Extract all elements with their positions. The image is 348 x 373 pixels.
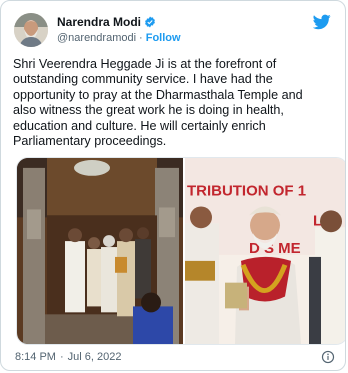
- avatar-photo: [14, 13, 48, 47]
- banner-text-1: TRIBUTION OF 1: [187, 183, 306, 200]
- twitter-bird-icon[interactable]: [313, 14, 331, 30]
- verified-badge-icon: [145, 16, 155, 28]
- tweet-time: 8:14 PM: [15, 351, 56, 363]
- tweet-timestamp[interactable]: 8:14 PM · Jul 6, 2022: [15, 351, 121, 363]
- author-display-name[interactable]: Narendra Modi: [57, 15, 141, 29]
- tweet-text: Shri Veerendra Heggade Ji is at the fore…: [13, 57, 303, 149]
- tweet-card: Narendra Modi @narendramodi · Follow Shr…: [0, 0, 346, 371]
- timestamp-separator: ·: [59, 351, 64, 363]
- tweet-header: Narendra Modi @narendramodi · Follow: [14, 13, 333, 49]
- avatar[interactable]: [14, 13, 48, 47]
- felicitation-photo[interactable]: TRIBUTION OF 1 LA D S ME: [185, 158, 346, 344]
- follow-button[interactable]: Follow: [146, 32, 181, 44]
- tweet-date: Jul 6, 2022: [67, 351, 122, 363]
- author-handle[interactable]: @narendramodi: [57, 32, 136, 44]
- separator-dot: ·: [139, 32, 143, 44]
- temple-photo[interactable]: [17, 158, 183, 344]
- tweet-media[interactable]: TRIBUTION OF 1 LA D S ME: [16, 157, 346, 345]
- info-circle-icon[interactable]: [321, 350, 335, 364]
